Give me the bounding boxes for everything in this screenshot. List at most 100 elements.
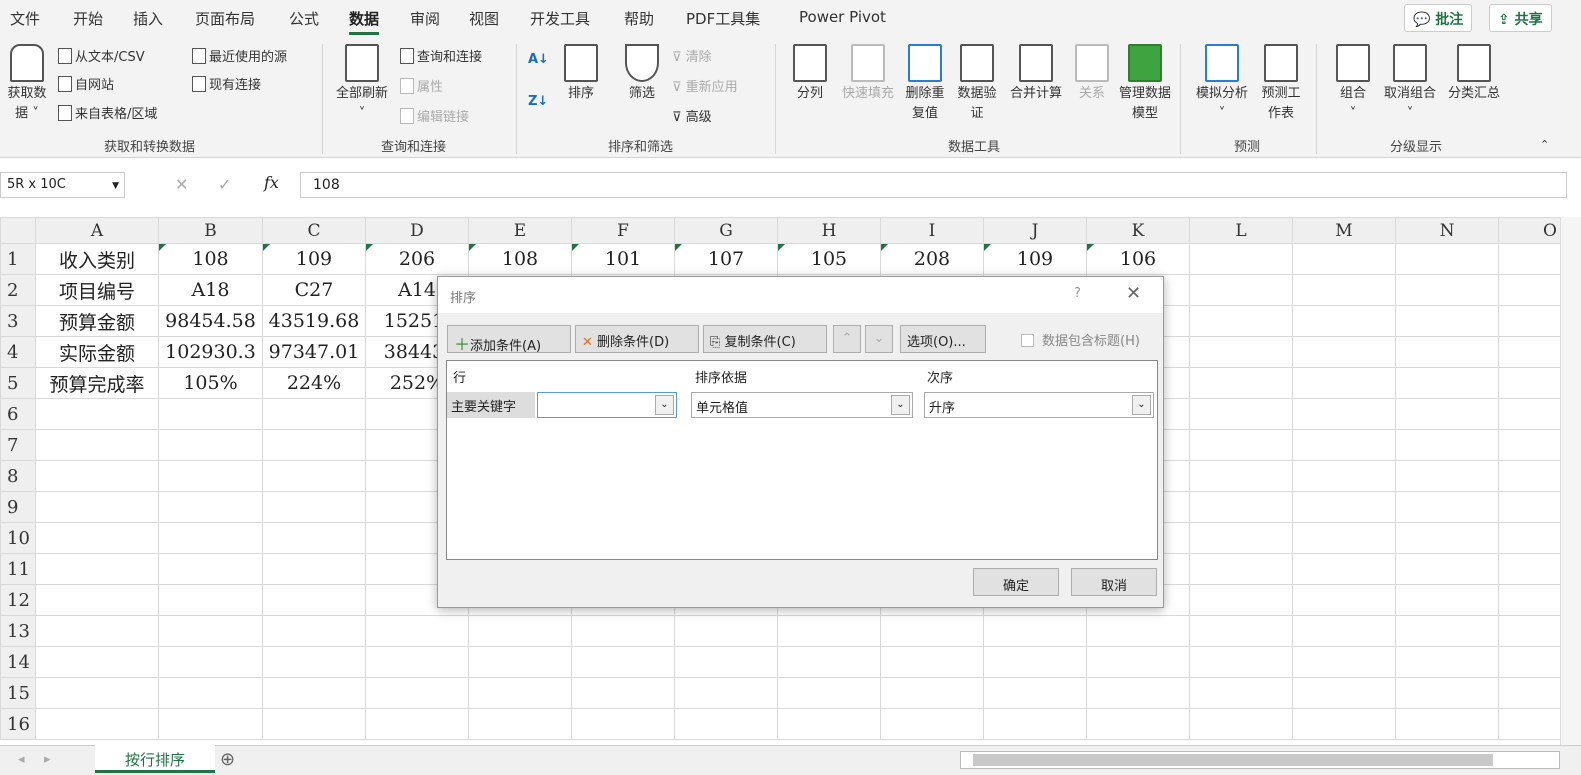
column-header[interactable]: J [983, 217, 1087, 244]
column-header[interactable]: C [262, 217, 366, 244]
from-table[interactable]: 来自表格/区域 [58, 103, 157, 122]
cell[interactable]: 43519.68 [262, 305, 366, 337]
cell[interactable]: 109 [262, 243, 366, 275]
cell[interactable] [262, 429, 366, 461]
cell[interactable] [1395, 305, 1499, 337]
tab-6[interactable]: 审阅 [410, 8, 440, 29]
cell[interactable] [1292, 305, 1396, 337]
cell[interactable]: 109 [983, 243, 1087, 275]
cell[interactable] [1395, 677, 1499, 709]
cell[interactable]: 208 [880, 243, 984, 275]
tab-9[interactable]: 帮助 [624, 8, 654, 29]
row-header[interactable]: 12 [0, 584, 36, 616]
cell[interactable] [1292, 491, 1396, 523]
cell[interactable] [1292, 615, 1396, 647]
tab-7[interactable]: 视图 [469, 8, 499, 29]
cell[interactable] [1498, 615, 1560, 647]
cell[interactable] [1189, 429, 1293, 461]
cell[interactable] [1292, 646, 1396, 678]
cell[interactable] [777, 677, 881, 709]
cell[interactable] [158, 615, 263, 647]
cell[interactable] [1292, 553, 1396, 585]
order-select[interactable]: 升序 ⌄ [924, 392, 1154, 418]
cell[interactable] [880, 677, 984, 709]
from-web[interactable]: 自网站 [58, 74, 114, 93]
cell[interactable] [158, 491, 263, 523]
cell[interactable] [35, 553, 159, 585]
recent-sources[interactable]: 最近使用的源 [192, 46, 287, 65]
tab-10[interactable]: PDF工具集 [686, 8, 760, 29]
cell[interactable] [1395, 398, 1499, 430]
cell[interactable]: 105% [158, 367, 263, 399]
sort-button[interactable]: 排序 [562, 44, 600, 104]
cell[interactable] [158, 429, 263, 461]
cell[interactable] [468, 615, 572, 647]
row-header[interactable]: 15 [0, 677, 36, 709]
cell[interactable] [35, 491, 159, 523]
cell[interactable] [1498, 305, 1560, 337]
cell[interactable] [1498, 398, 1560, 430]
sheet-tab[interactable]: 按行排序 [95, 745, 215, 773]
group-button[interactable]: 组合 ˅ [1332, 44, 1374, 124]
cell[interactable] [983, 708, 1087, 740]
cell[interactable]: 预算金额 [35, 305, 159, 337]
column-header[interactable]: O [1498, 217, 1560, 244]
row-header[interactable]: 1 [0, 243, 36, 275]
cell[interactable] [262, 398, 366, 430]
row-header[interactable]: 6 [0, 398, 36, 430]
cell[interactable] [35, 677, 159, 709]
cell[interactable] [1189, 615, 1293, 647]
column-header[interactable]: L [1189, 217, 1293, 244]
tab-3[interactable]: 页面布局 [195, 8, 255, 29]
tab-11[interactable]: Power Pivot [799, 8, 886, 26]
cell[interactable] [1292, 336, 1396, 368]
cell[interactable] [1086, 708, 1190, 740]
cell[interactable] [1395, 460, 1499, 492]
cell[interactable] [1189, 305, 1293, 337]
cell[interactable] [158, 584, 263, 616]
horizontal-scrollbar[interactable] [960, 751, 1560, 769]
add-condition-button[interactable]: ＋添加条件(A) [447, 325, 571, 354]
cell[interactable] [571, 615, 675, 647]
relationships-button[interactable]: 关系 [1072, 44, 1112, 104]
cell[interactable]: 108 [468, 243, 572, 275]
name-box[interactable]: 5R x 10C ▼ [0, 172, 125, 198]
has-header-checkbox[interactable]: 数据包含标题(H) [1021, 330, 1140, 349]
queries-connections[interactable]: 查询和连接 [400, 46, 482, 65]
ok-button[interactable]: 确定 [973, 568, 1059, 596]
get-data-button[interactable]: 获取数据 ˅ [4, 44, 50, 124]
cell[interactable] [571, 708, 675, 740]
cell[interactable] [674, 615, 778, 647]
reapply-filter[interactable]: ⊽ 重新应用 [672, 76, 738, 95]
cell[interactable] [1189, 708, 1293, 740]
cell[interactable] [880, 708, 984, 740]
cell[interactable] [1395, 646, 1499, 678]
cell[interactable] [468, 677, 572, 709]
refresh-all-button[interactable]: 全部刷新 ˅ [332, 44, 392, 124]
copy-condition-button[interactable]: ⎘ 复制条件(C) [703, 325, 827, 353]
row-header[interactable]: 13 [0, 615, 36, 647]
cell[interactable]: C27 [262, 274, 366, 306]
cell[interactable] [1292, 460, 1396, 492]
cell[interactable]: 实际金额 [35, 336, 159, 368]
fx-icon[interactable]: fx [264, 173, 279, 192]
cell[interactable] [674, 708, 778, 740]
move-up-button[interactable]: ⌃ [833, 325, 861, 353]
cell[interactable] [1395, 584, 1499, 616]
cell[interactable] [365, 677, 469, 709]
column-header[interactable]: M [1292, 217, 1396, 244]
tab-8[interactable]: 开发工具 [530, 8, 590, 29]
vertical-scrollbar[interactable] [1560, 217, 1581, 745]
sort-key-select[interactable]: ⌄ [537, 392, 677, 418]
cell[interactable] [1189, 460, 1293, 492]
cell[interactable] [1189, 584, 1293, 616]
cell[interactable] [1292, 367, 1396, 399]
what-if-button[interactable]: 模拟分析 ˅ [1190, 44, 1254, 124]
data-model-button[interactable]: 管理数据模型 [1118, 44, 1172, 124]
cell[interactable] [1189, 398, 1293, 430]
cell[interactable]: 108 [158, 243, 263, 275]
flash-fill-button[interactable]: 快速填充 [836, 44, 900, 104]
cell[interactable] [1395, 708, 1499, 740]
cell[interactable] [1292, 243, 1396, 275]
text-to-columns-button[interactable]: 分列 [790, 44, 830, 104]
